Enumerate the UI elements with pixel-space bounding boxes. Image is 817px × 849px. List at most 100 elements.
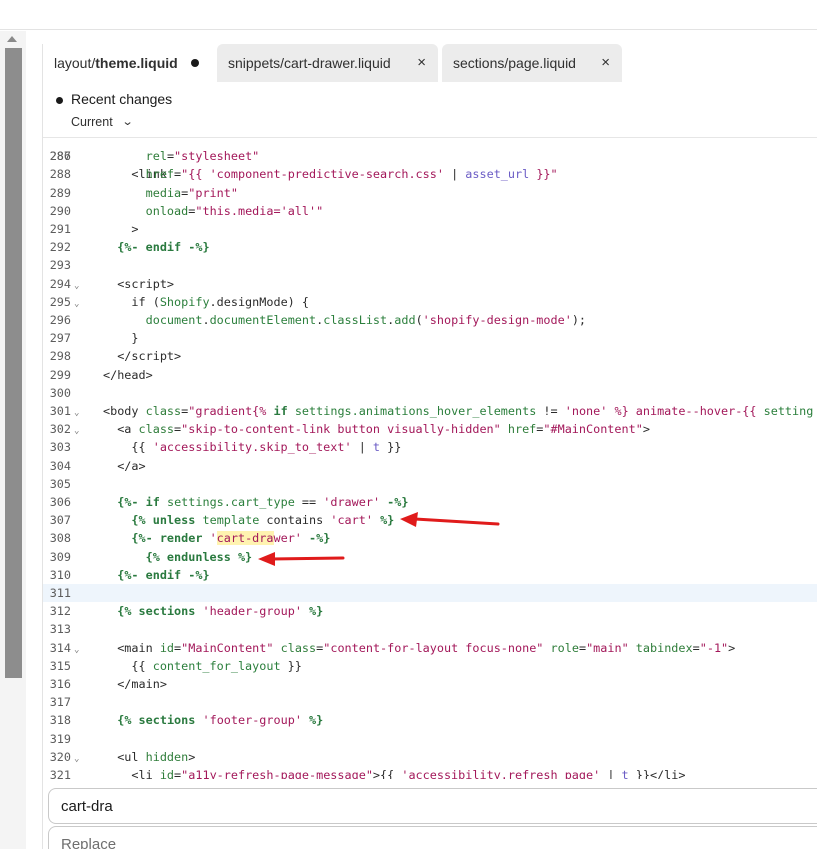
line-number: 291 (49, 222, 71, 236)
code-line: 309 {% endunless %} (43, 548, 817, 566)
code-line: 301 ⌄ <body class="gradient{% if settings.… (43, 402, 817, 420)
code-line: 289 media="print" (43, 184, 817, 202)
line-number: 303 (49, 440, 71, 455)
code-line: 288 href="{{ 'component-predictive-searc… (43, 165, 817, 183)
code-text: {{ content_for_layout }} (103, 658, 302, 673)
code-line: 320 ⌄ <ul hidden> (43, 748, 817, 766)
line-number: 306 (49, 495, 71, 509)
code-line: 299 </head> (43, 366, 817, 384)
line-number: 288 (49, 167, 71, 182)
version-select[interactable]: Current (71, 115, 113, 129)
code-line: 305 (43, 475, 817, 493)
code-line: 302 ⌄ <a class="skip-to-content-link butt… (43, 420, 817, 438)
code-line: 287 rel="stylesheet" (43, 147, 817, 165)
code-text: rel="stylesheet" (145, 149, 260, 164)
replace-input[interactable] (49, 827, 817, 849)
tab-label: sections/page.liquid (453, 55, 576, 71)
code-line: 311 (43, 584, 817, 603)
close-icon[interactable]: × (601, 54, 610, 72)
line-number: 299 (49, 367, 71, 382)
code-text: <body class="gradient{% if settings.anim… (103, 404, 814, 418)
find-field[interactable] (48, 788, 817, 824)
tab-theme-liquid[interactable]: layout/theme.liquid (43, 44, 213, 82)
code-line: 307 {% unless template contains 'cart' %… (43, 511, 817, 529)
code-line: 290 onload="this.media='all'" (43, 202, 817, 220)
code-text: {%- render 'cart-drawer' -%} (131, 531, 331, 546)
code-text: </script> (103, 349, 182, 364)
code-text: </main> (103, 677, 167, 691)
replace-field[interactable] (48, 826, 817, 849)
code-line: 314 ⌄ <main id="MainContent" class="conte… (43, 639, 817, 657)
code-line: 297 } (43, 329, 817, 347)
code-line: 293 (43, 256, 817, 274)
code-text: {% sections 'footer-group' %} (117, 713, 324, 728)
code-line: 310 {%- endif -%} (43, 566, 817, 584)
code-area[interactable]: 286 <link 287 rel="stylesheet" 288 href="… (43, 139, 817, 779)
line-number: 319 (49, 731, 71, 746)
code-text: } (103, 331, 139, 346)
line-number: 311 (49, 586, 71, 600)
code-text: if (Shopify.designMode) { (103, 294, 309, 309)
line-number: 305 (49, 476, 71, 491)
chevron-down-icon[interactable]: ⌄ (122, 115, 134, 128)
tab-label: snippets/cart-drawer.liquid (228, 55, 391, 71)
find-input[interactable] (49, 789, 817, 823)
top-bar (0, 0, 817, 30)
file-tab-bar: layout/theme.liquid snippets/cart-drawer… (43, 44, 817, 82)
code-line: 317 (43, 693, 817, 711)
code-text: <a class="skip-to-content-link button vi… (103, 422, 650, 437)
code-line: 294 ⌄ <script> (43, 275, 817, 293)
code-line-partial: 286 <link (43, 139, 817, 181)
code-text: {{ 'accessibility.skip_to_text' | t }} (103, 440, 402, 455)
line-number: 317 (49, 695, 71, 710)
tab-label: layout/theme.liquid (54, 55, 178, 71)
code-line: 291 > (43, 220, 817, 238)
code-line: 313 (43, 620, 817, 638)
code-text: <script> (103, 276, 175, 291)
code-text: > (103, 222, 139, 236)
line-number: 287 (49, 149, 71, 164)
scroll-up-arrow-icon[interactable] (7, 36, 17, 42)
code-line: 316 </main> (43, 675, 817, 693)
code-editor: layout/theme.liquid snippets/cart-drawer… (42, 44, 817, 849)
line-number: 298 (49, 349, 71, 364)
unsaved-dot-icon (191, 59, 199, 67)
line-number: 290 (49, 203, 71, 218)
code-text: {% sections 'header-group' %} (117, 604, 324, 619)
line-number: 321 (49, 768, 71, 779)
line-number: 296 (49, 313, 71, 327)
outer-scrollbar-thumb[interactable] (5, 48, 22, 678)
code-text: {% endunless %} (145, 549, 253, 564)
line-number: 293 (49, 258, 71, 273)
recent-changes-title: Recent changes (71, 91, 173, 107)
code-line: 300 (43, 384, 817, 402)
tab-page-liquid[interactable]: sections/page.liquid × (442, 44, 622, 82)
line-number: 309 (49, 549, 71, 564)
code-line: 296 document.documentElement.classList.a… (43, 311, 817, 329)
code-line: 303 {{ 'accessibility.skip_to_text' | t … (43, 438, 817, 456)
line-number: 301 (49, 404, 71, 418)
line-number: 297 (49, 331, 71, 346)
line-number: 295 (49, 294, 71, 309)
code-line: 321 <li id="a11y-refresh-page-message">{… (43, 766, 817, 779)
close-icon[interactable]: × (417, 54, 426, 72)
line-number: 312 (49, 604, 71, 619)
code-text: {%- if settings.cart_type == 'drawer' -%… (117, 495, 409, 509)
line-number: 294 (49, 276, 71, 291)
line-number: 289 (49, 185, 71, 200)
line-number: 292 (49, 240, 71, 255)
line-number: 318 (49, 713, 71, 728)
code-text: <ul hidden> (103, 749, 196, 764)
code-text: media="print" (145, 185, 238, 200)
code-text: onload="this.media='all'" (145, 203, 324, 218)
code-line: 315 {{ content_for_layout }} (43, 657, 817, 675)
bullet-icon (56, 97, 63, 104)
line-number: 300 (49, 385, 71, 400)
code-line: 304 </a> (43, 457, 817, 475)
code-line: 292 {%- endif -%} (43, 238, 817, 256)
code-line: 308 {%- render 'cart-drawer' -%} (43, 529, 817, 547)
code-text: <li id="a11y-refresh-page-message">{{ 'a… (103, 768, 686, 779)
line-number: 307 (49, 513, 71, 528)
code-line: 306 {%- if settings.cart_type == 'drawer… (43, 493, 817, 511)
tab-cart-drawer-liquid[interactable]: snippets/cart-drawer.liquid × (217, 44, 438, 82)
